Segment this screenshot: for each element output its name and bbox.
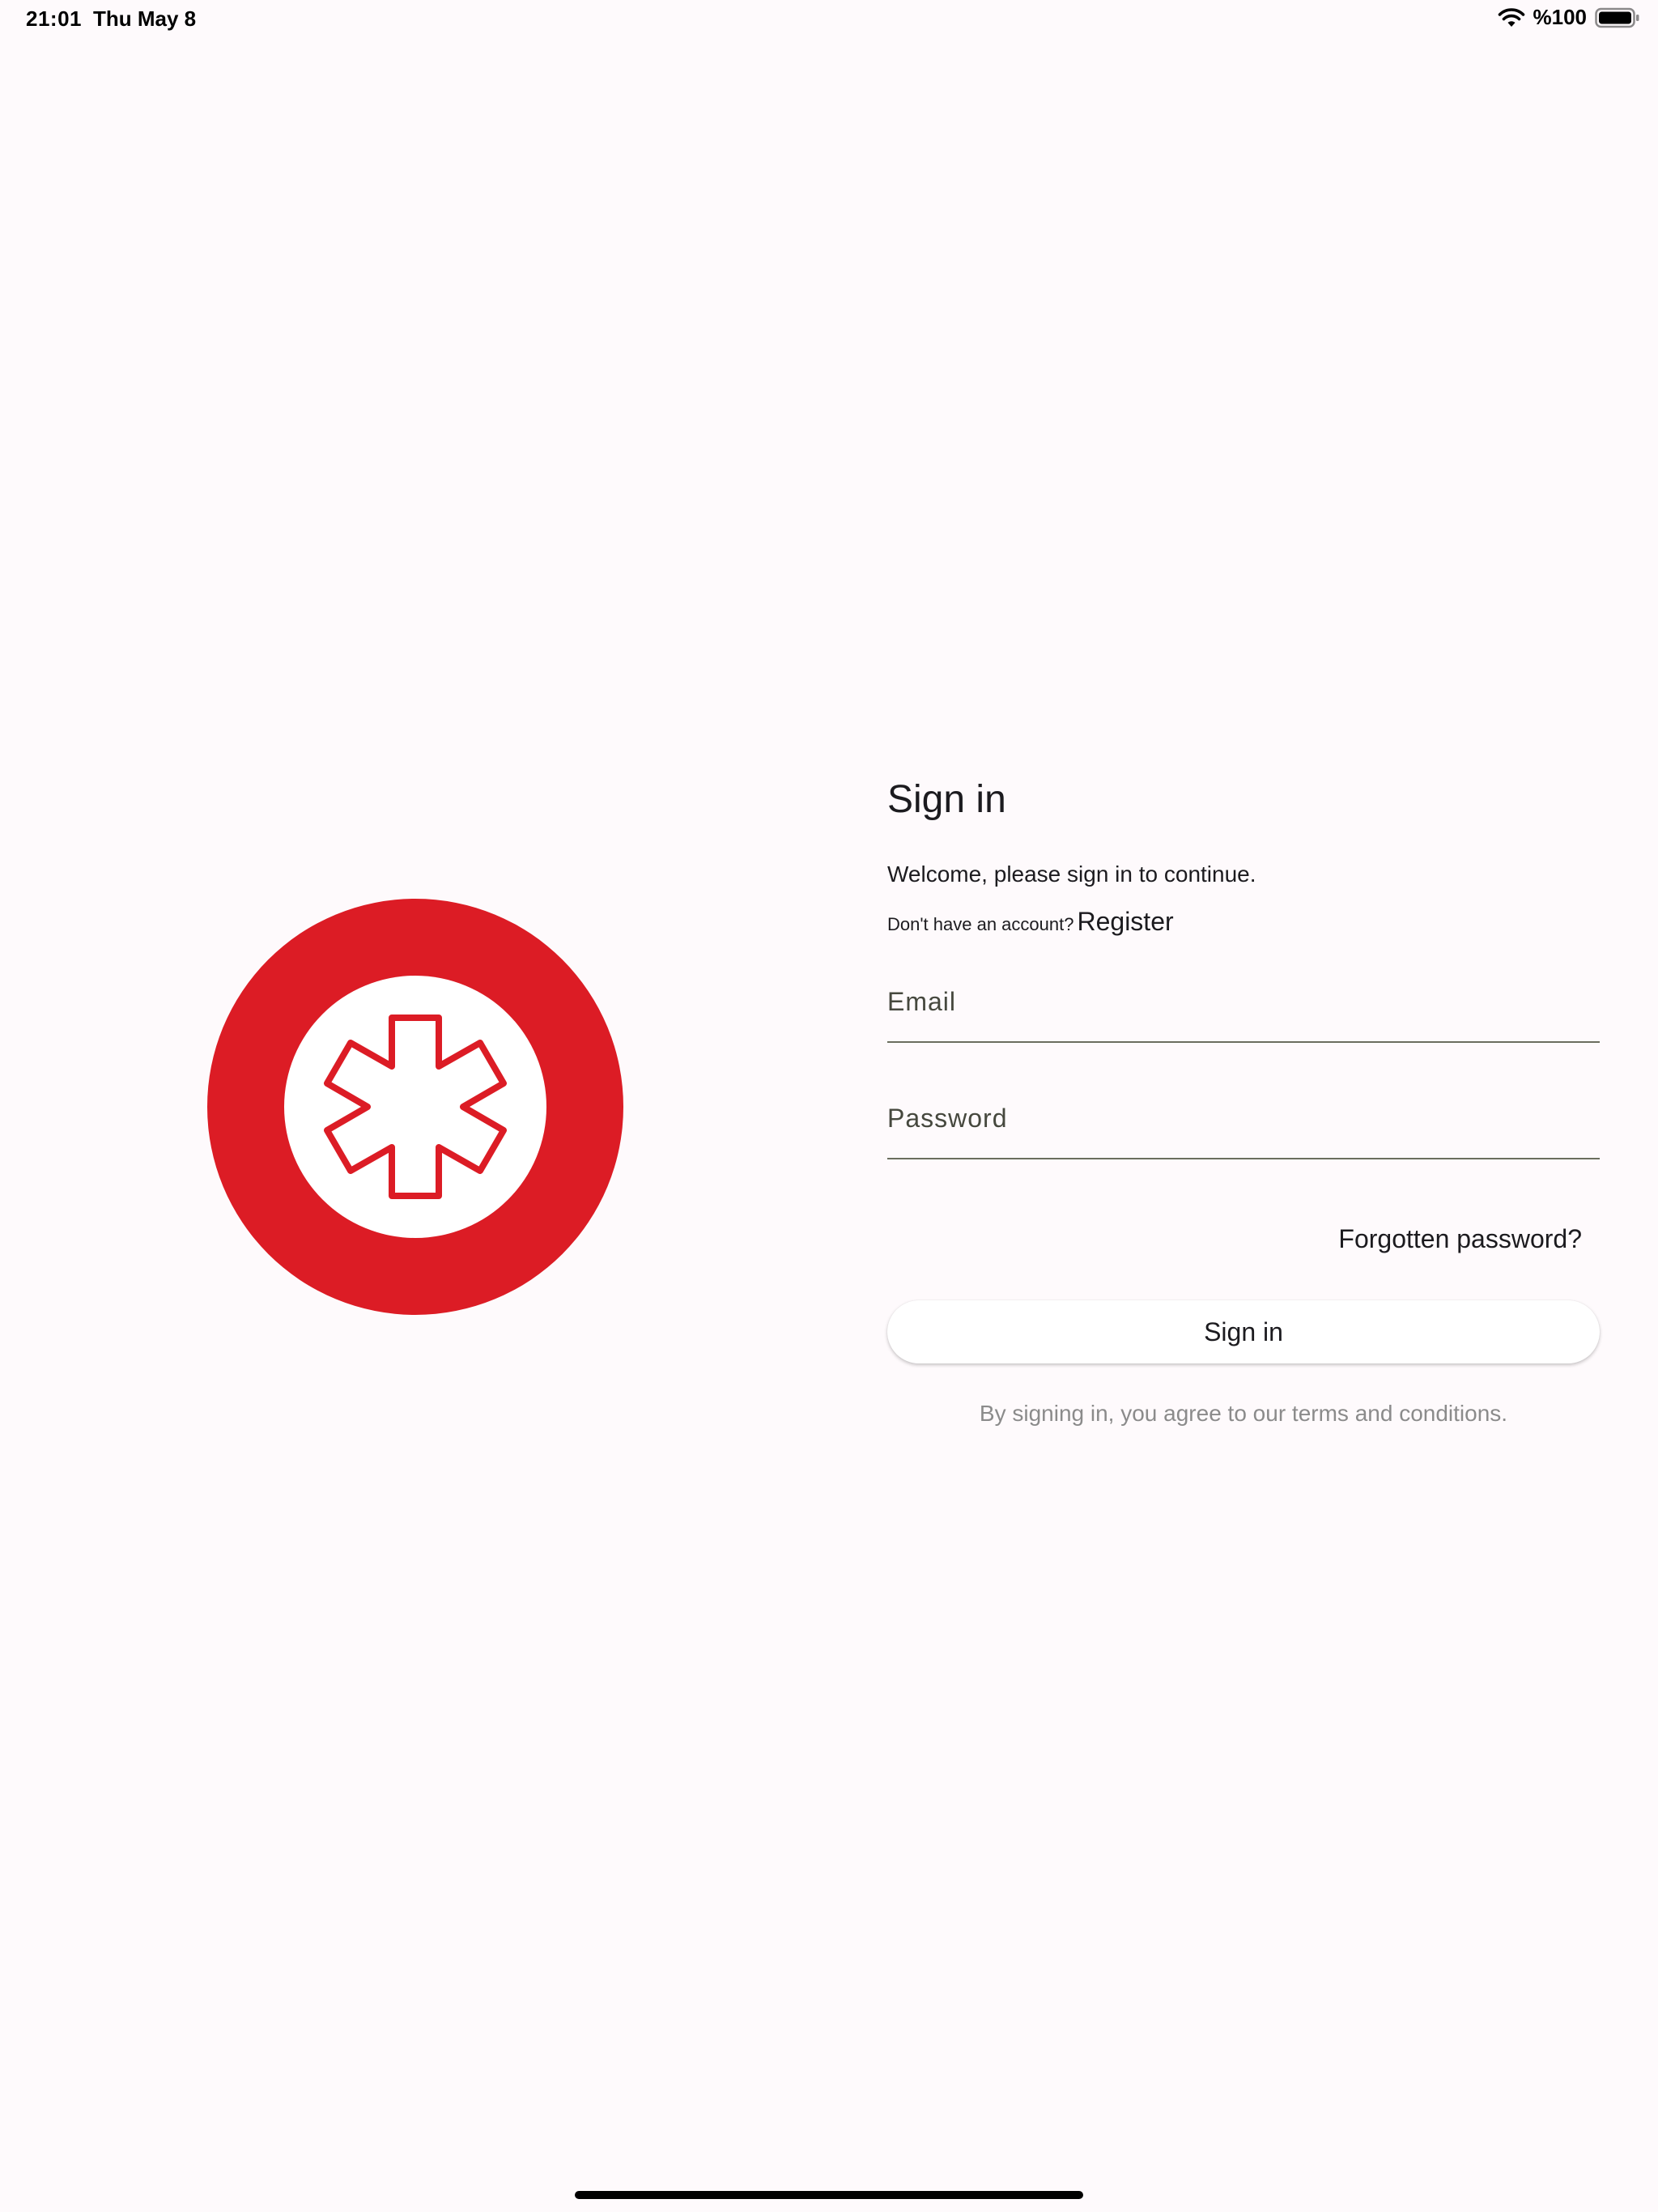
email-input[interactable] (887, 987, 1600, 1017)
status-date: Thu May 8 (93, 6, 197, 31)
sign-in-button[interactable]: Sign in (887, 1300, 1600, 1363)
wifi-icon (1498, 7, 1524, 27)
welcome-text: Welcome, please sign in to continue. (887, 861, 1256, 887)
battery-icon (1595, 7, 1639, 28)
forgot-password-link[interactable]: Forgotten password? (1338, 1224, 1582, 1254)
register-prompt: Don't have an account? Register (887, 907, 1174, 937)
page-title: Sign in (887, 778, 1006, 821)
register-link[interactable]: Register (1077, 907, 1173, 937)
terms-text: By signing in, you agree to our terms an… (979, 1401, 1508, 1426)
email-field[interactable] (887, 968, 1600, 1043)
sign-in-screen: 21:01 Thu May 8 %100 Sign in Welcome, pl… (0, 0, 1658, 2212)
app-logo (207, 899, 623, 1315)
password-input[interactable] (887, 1104, 1600, 1134)
battery-percent: %100 (1533, 5, 1588, 29)
status-indicators: %100 (1498, 5, 1641, 30)
status-time: 21:01 (26, 6, 82, 31)
password-field[interactable] (887, 1085, 1600, 1159)
account-question: Don't have an account? (887, 914, 1074, 934)
home-indicator (575, 2191, 1083, 2199)
medical-star-icon (207, 899, 623, 1315)
